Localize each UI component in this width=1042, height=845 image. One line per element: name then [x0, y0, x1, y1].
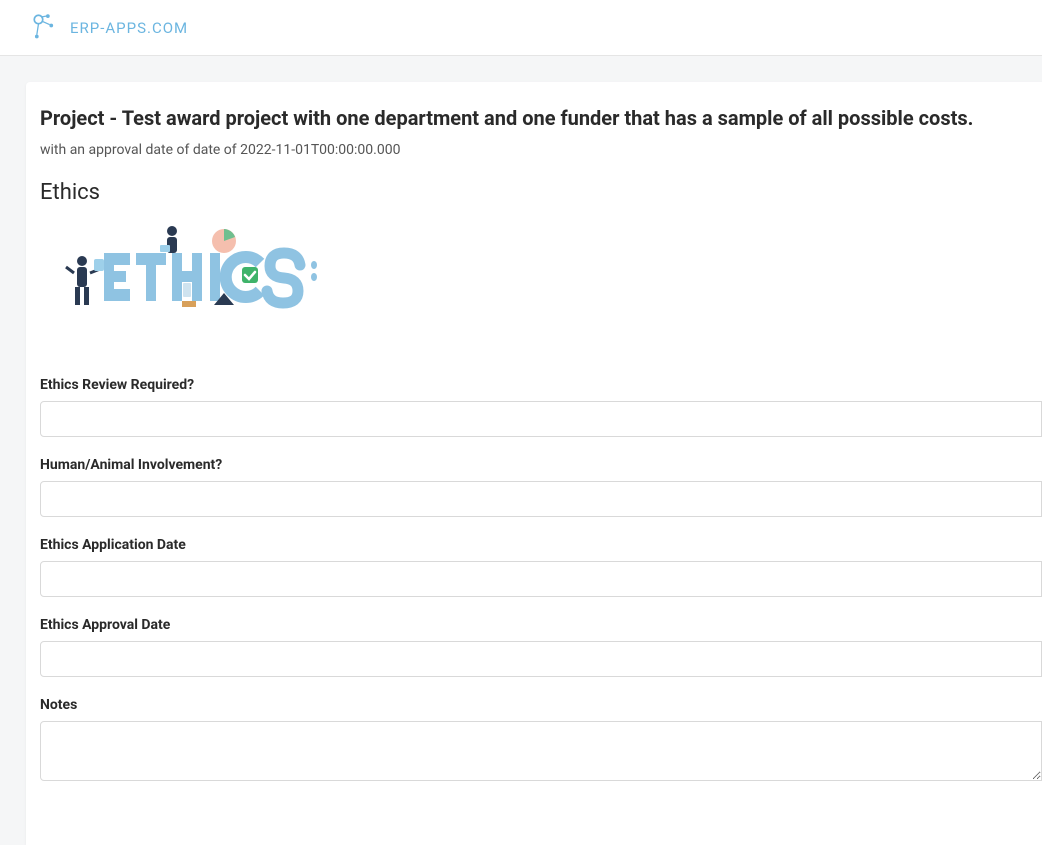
topbar: ERP-APPS.COM	[0, 0, 1042, 56]
field-ethics-application-date: Ethics Application Date	[40, 537, 1042, 597]
label-ethics-approval-date: Ethics Approval Date	[40, 617, 1042, 633]
brand-name: ERP-APPS.COM	[70, 19, 188, 37]
label-notes: Notes	[40, 697, 1042, 713]
input-human-animal-involvement[interactable]	[40, 481, 1042, 517]
brand-logo[interactable]: ERP-APPS.COM	[30, 11, 188, 45]
field-notes: Notes	[40, 697, 1042, 785]
section-heading: Ethics	[40, 180, 1042, 205]
page-title: Project - Test award project with one de…	[40, 106, 1042, 130]
page-subtitle: with an approval date of date of 2022-11…	[40, 142, 1042, 158]
input-ethics-review-required[interactable]	[40, 401, 1042, 437]
content-wrap: Project - Test award project with one de…	[0, 56, 1042, 845]
ethics-hero-graphic	[64, 223, 1042, 327]
field-ethics-approval-date: Ethics Approval Date	[40, 617, 1042, 677]
field-human-animal-involvement: Human/Animal Involvement?	[40, 457, 1042, 517]
input-ethics-approval-date[interactable]	[40, 641, 1042, 677]
main-card: Project - Test award project with one de…	[26, 82, 1042, 845]
network-icon	[30, 11, 64, 45]
label-ethics-application-date: Ethics Application Date	[40, 537, 1042, 553]
label-ethics-review-required: Ethics Review Required?	[40, 377, 1042, 393]
field-ethics-review-required: Ethics Review Required?	[40, 377, 1042, 437]
textarea-notes[interactable]	[40, 721, 1042, 781]
label-human-animal-involvement: Human/Animal Involvement?	[40, 457, 1042, 473]
input-ethics-application-date[interactable]	[40, 561, 1042, 597]
